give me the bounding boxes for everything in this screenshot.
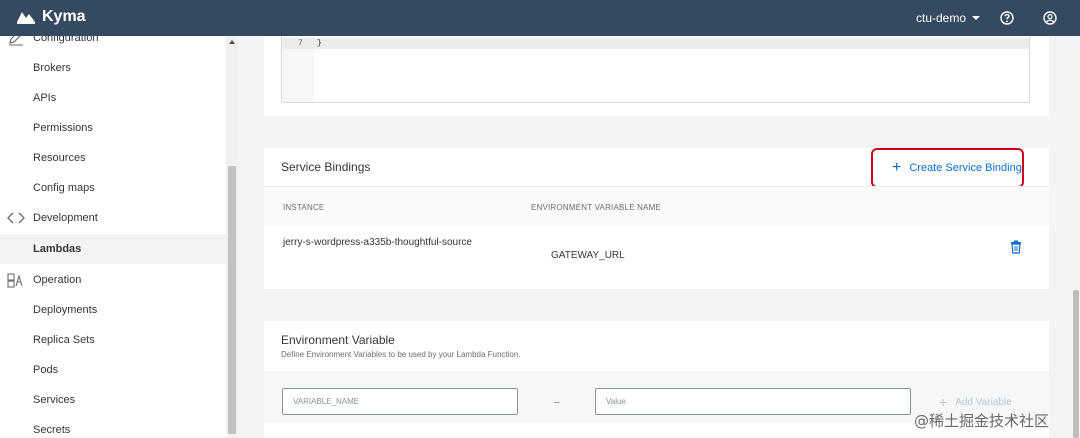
code-editor[interactable]: 7 } — [281, 36, 1030, 103]
table-header: INSTANCE ENVIRONMENT VARIABLE NAME — [264, 186, 1049, 226]
editor-line: 7 } — [282, 38, 1029, 49]
sidebar-item-label: Deployments — [33, 304, 98, 316]
sidebar-item-brokers[interactable]: Brokers — [0, 53, 226, 83]
code-editor-card: 7 } — [264, 36, 1049, 116]
sidebar-item-label: Replica Sets — [33, 334, 95, 346]
sidebar-scrollbar-thumb[interactable] — [228, 166, 236, 434]
sidebar-item-config-maps[interactable]: Config maps — [0, 173, 226, 203]
instance-cell: jerry-s-wordpress-a335b-thoughtful-sourc… — [283, 237, 472, 248]
app-title: Kyma — [42, 8, 86, 25]
main-scrollbar-thumb[interactable] — [1073, 290, 1079, 438]
sidebar-item-label: Brokers — [33, 62, 71, 74]
variable-value-input[interactable] — [595, 388, 911, 415]
sidebar-item-resources[interactable]: Resources — [0, 143, 226, 173]
sidebar-item-services[interactable]: Services — [0, 385, 226, 415]
sidebar-category-development[interactable]: Development — [0, 203, 226, 233]
top-bar: Kyma ctu-demo — [0, 0, 1080, 36]
scroll-up-arrow-icon[interactable] — [229, 40, 235, 44]
edit-icon — [9, 36, 23, 46]
service-bindings-title: Service Bindings — [281, 160, 371, 174]
column-header-instance: INSTANCE — [283, 203, 325, 212]
plus-icon: + — [939, 394, 948, 410]
add-variable-label: Add Variable — [955, 396, 1012, 408]
sidebar-item-permissions[interactable]: Permissions — [0, 113, 226, 143]
column-header-env-var: ENVIRONMENT VARIABLE NAME — [531, 203, 662, 212]
sidebar-item-label: Permissions — [33, 122, 93, 134]
help-icon[interactable] — [998, 9, 1016, 27]
operation-icon — [7, 273, 23, 288]
main-content: 7 } Service Bindings + Create Service Bi… — [238, 36, 1080, 438]
sidebar-item-label: Pods — [33, 364, 59, 376]
kyma-logo-icon — [17, 12, 35, 24]
sidebar-item-replica-sets[interactable]: Replica Sets — [0, 325, 226, 355]
sidebar-item-label: APIs — [33, 92, 57, 104]
sidebar-item-label: Services — [33, 394, 76, 406]
sidebar-item-label: Config maps — [33, 182, 95, 194]
variable-name-input[interactable] — [282, 388, 518, 415]
brand[interactable]: Kyma — [16, 8, 86, 26]
sidebar-item-label: Configuration — [33, 36, 99, 44]
line-number: 7 — [298, 39, 303, 48]
create-service-binding-button[interactable]: + Create Service Binding — [892, 157, 1022, 179]
sidebar-item-secrets[interactable]: Secrets — [0, 415, 226, 438]
add-variable-button[interactable]: + Add Variable — [939, 395, 1012, 409]
sidebar-item-label: Development — [33, 212, 98, 224]
sidebar-category-configuration[interactable]: Configuration — [0, 36, 226, 53]
trash-icon[interactable] — [1010, 240, 1022, 254]
sidebar-item-label: Resources — [33, 152, 86, 164]
namespace-label: ctu-demo — [916, 11, 967, 25]
create-service-binding-label: Create Service Binding — [909, 162, 1022, 174]
watermark: @稀土掘金技术社区 — [914, 412, 1050, 430]
line-code: } — [317, 39, 322, 48]
sidebar-category-operation[interactable]: Operation — [0, 265, 226, 295]
sidebar-item-lambdas[interactable]: Lambdas — [0, 234, 226, 264]
sidebar-item-deployments[interactable]: Deployments — [0, 295, 226, 325]
code-icon — [7, 212, 25, 224]
sidebar-item-label: Lambdas — [33, 243, 82, 255]
caret-down-icon — [972, 16, 981, 20]
user-account-icon[interactable] — [1041, 9, 1059, 27]
sidebar-item-pods[interactable]: Pods — [0, 355, 226, 385]
sidebar-item-label: Operation — [33, 274, 82, 286]
sidebar-item-apis[interactable]: APIs — [0, 83, 226, 113]
sidebar: Configuration Brokers APIs Permissions R… — [0, 36, 238, 438]
service-bindings-card: Service Bindings + Create Service Bindin… — [264, 148, 1049, 289]
env-var-cell: GATEWAY_URL — [551, 250, 625, 261]
namespace-dropdown[interactable]: ctu-demo — [916, 11, 981, 25]
environment-variable-title: Environment Variable — [281, 333, 395, 347]
sidebar-item-label: Secrets — [33, 424, 71, 436]
separator-dash: – — [554, 397, 560, 408]
environment-variable-description: Define Environment Variables to be used … — [281, 350, 521, 359]
plus-icon: + — [892, 159, 902, 176]
